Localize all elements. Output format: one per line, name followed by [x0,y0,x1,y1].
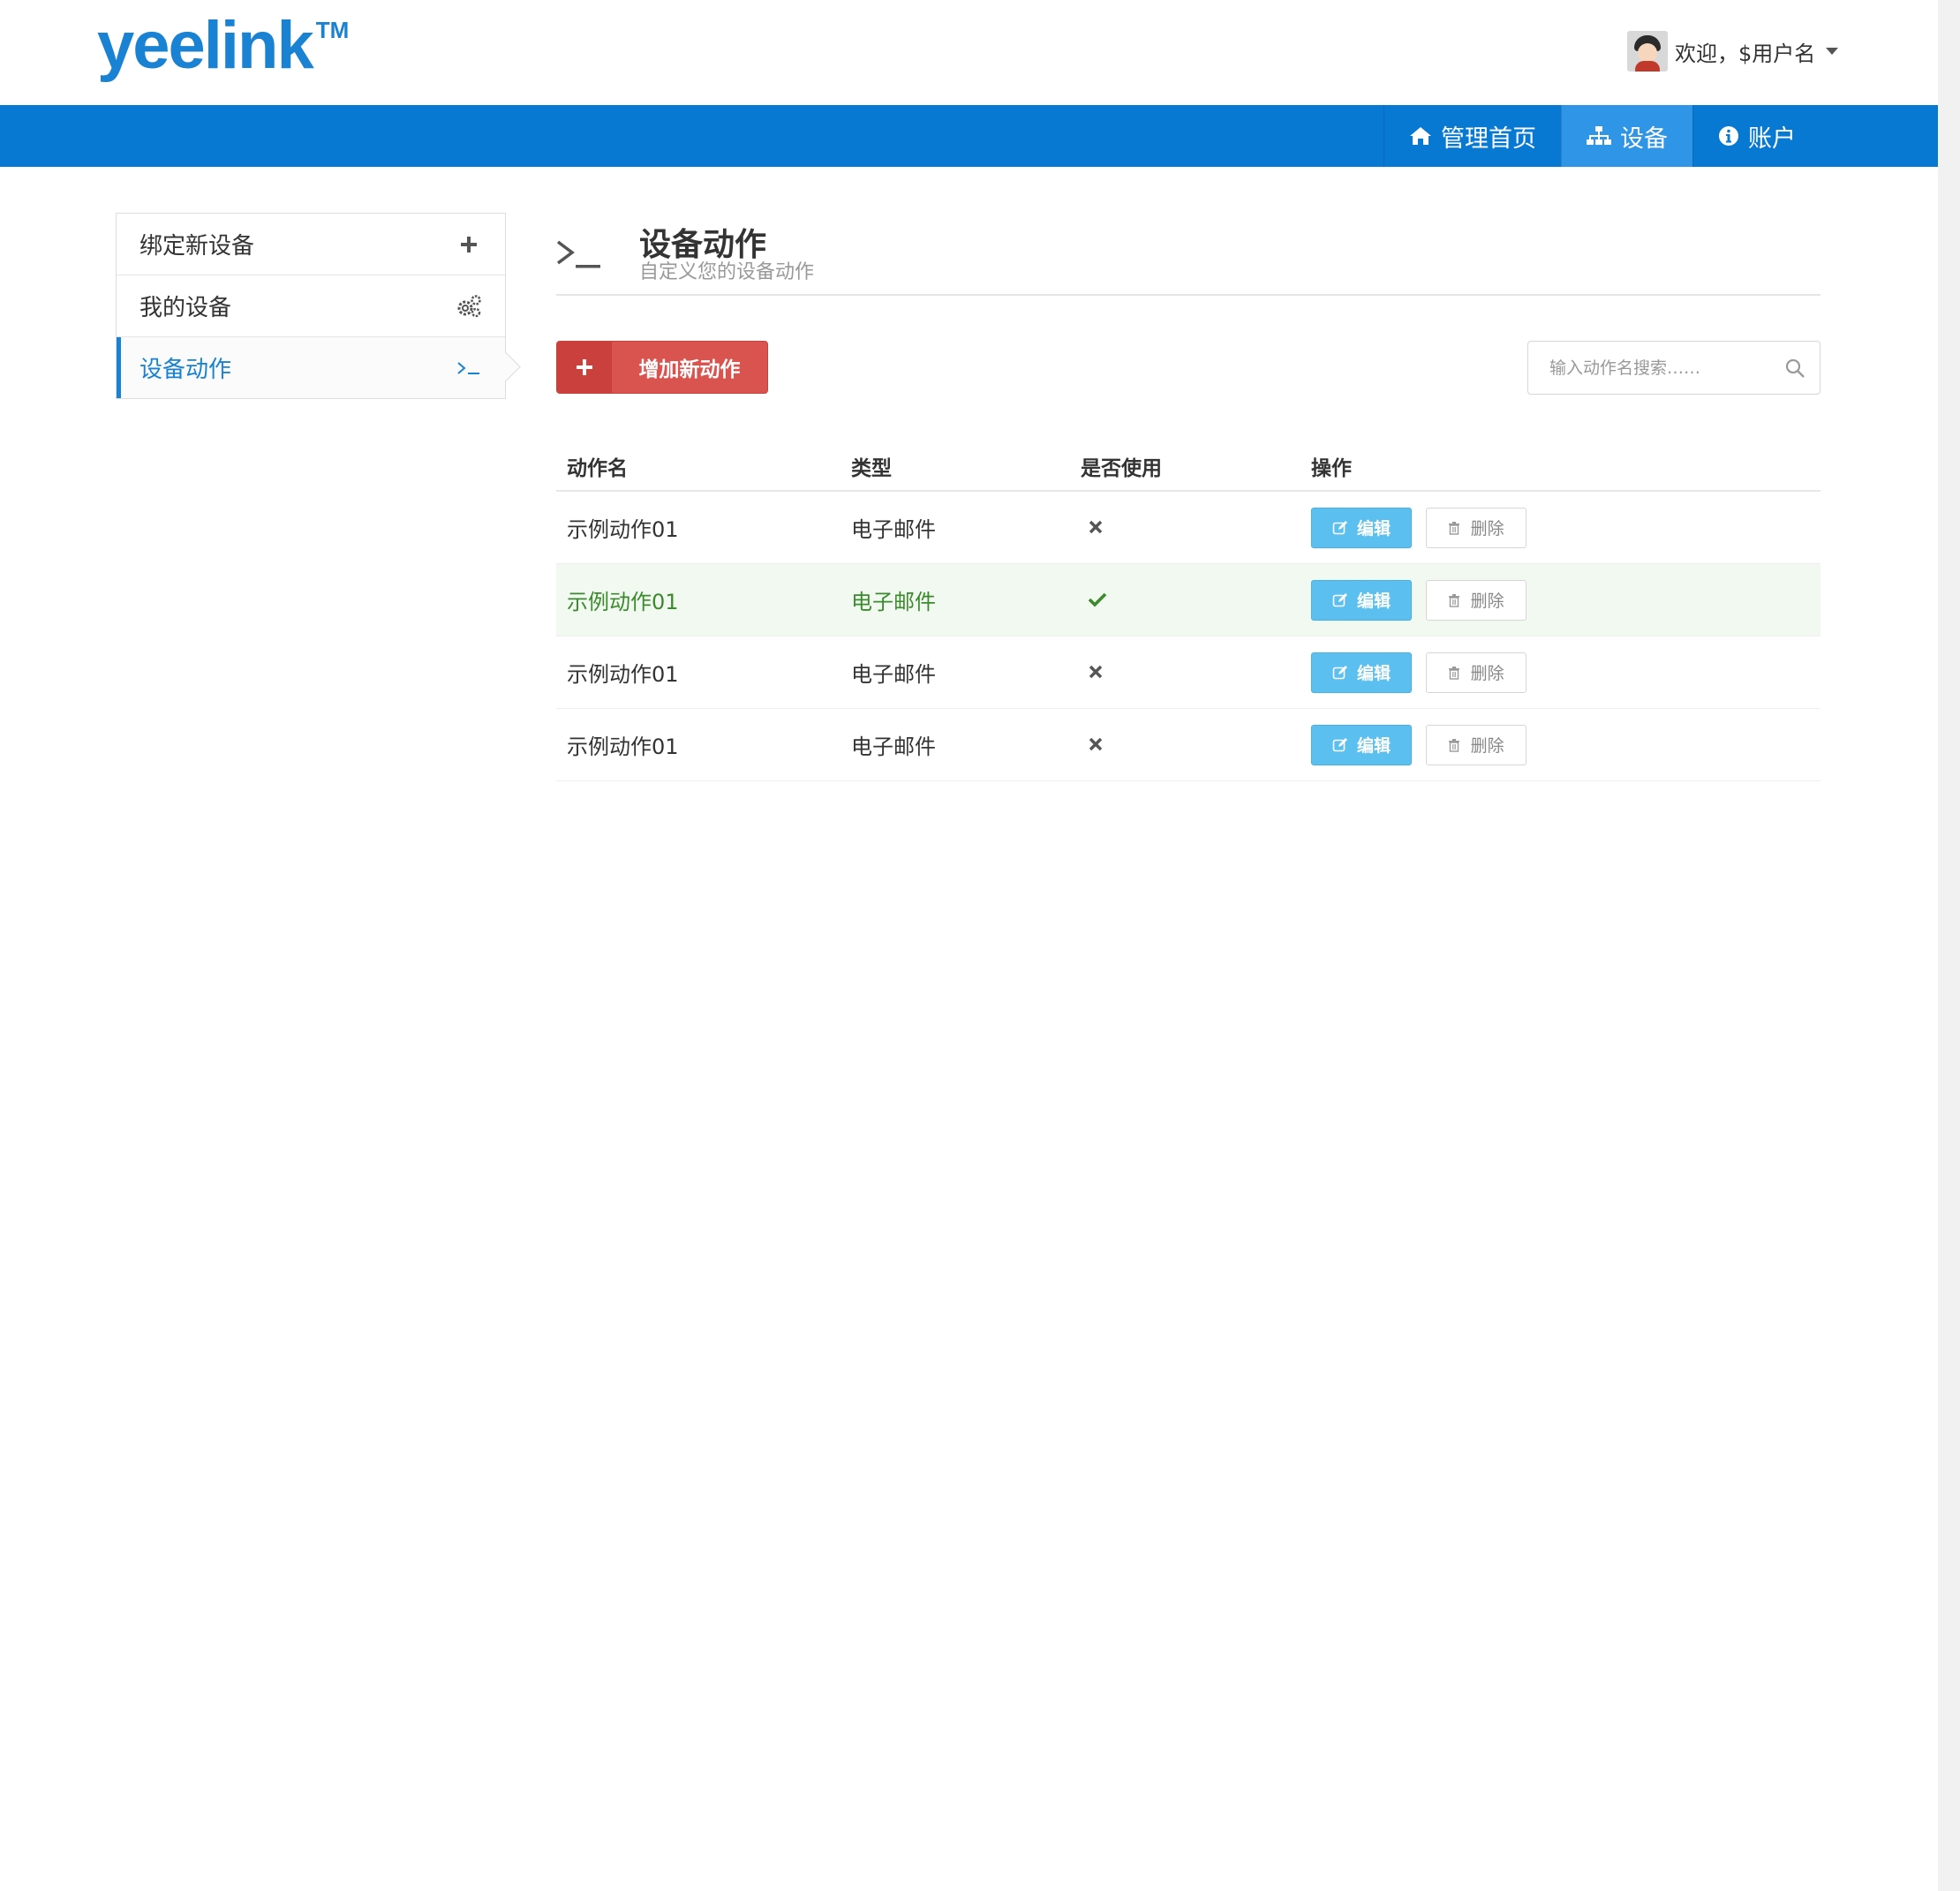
sidebar-item-my-devices[interactable]: 我的设备 [117,275,505,337]
x-icon [1089,737,1103,750]
edit-label: 编辑 [1356,591,1391,611]
action-type: 电子邮件 [841,708,1070,781]
logo-text: yeelink [97,8,314,83]
logo-trademark: TM [315,16,350,43]
nav-item-account[interactable]: 账户 [1692,105,1821,167]
action-name: 示例动作01 [556,636,841,709]
sidebar-item-device-actions[interactable]: 设备动作 [117,337,505,398]
edit-button[interactable]: 编辑 [1311,724,1412,765]
edit-label: 编辑 [1356,519,1391,539]
action-type: 电子邮件 [841,491,1070,564]
terminal-icon [456,355,482,381]
trash-icon [1448,593,1459,607]
column-header-used: 是否使用 [1070,441,1300,492]
check-icon [1088,592,1107,607]
status-cell [1070,636,1300,709]
actions-cell: 编辑 删除 [1300,563,1821,637]
action-type: 电子邮件 [841,563,1070,637]
sidebar-item-label: 设备动作 [139,357,232,383]
status-cell [1070,563,1300,637]
x-icon [1089,665,1103,678]
edit-icon [1332,737,1347,751]
nav-item-label: 设备 [1620,124,1668,153]
actions-cell: 编辑 删除 [1300,636,1821,709]
x-icon [1089,520,1103,533]
delete-label: 删除 [1470,519,1504,539]
table-row: 示例动作01 电子邮件 编辑 删除 [556,636,1821,709]
delete-label: 删除 [1470,591,1504,611]
top-header: yeelink TM 欢迎，$用户名 [0,0,1938,105]
page-subtitle: 自定义您的设备动作 [639,261,815,283]
search-icon[interactable] [1784,358,1805,379]
action-name: 示例动作01 [556,708,841,781]
table-row: 示例动作01 电子邮件 编辑 删除 [556,563,1821,637]
edit-button[interactable]: 编辑 [1311,579,1412,621]
nav-item-label: 账户 [1748,124,1796,153]
edit-label: 编辑 [1356,664,1391,683]
terminal-icon [556,240,600,268]
actions-cell: 编辑 删除 [1300,708,1821,781]
edit-icon [1332,520,1347,534]
edit-icon [1332,665,1347,679]
delete-button[interactable]: 删除 [1425,579,1527,621]
scrollbar-gutter[interactable] [1938,0,1960,1891]
add-action-label: 增加新动作 [638,358,741,381]
action-type: 电子邮件 [841,636,1070,709]
actions-table: 动作名 类型 是否使用 操作 示例动作01 电子邮件 编辑 删除 示例动作01 … [556,441,1821,781]
info-circle-icon [1719,126,1738,146]
avatar [1627,31,1668,72]
edit-icon [1332,592,1347,606]
caret-down-icon [1826,48,1839,55]
trash-icon [1448,521,1459,535]
nav-item-home[interactable]: 管理首页 [1383,105,1561,167]
table-header-row: 动作名 类型 是否使用 操作 [556,441,1821,492]
edit-button[interactable]: 编辑 [1311,652,1412,693]
logo[interactable]: yeelink TM [97,12,349,79]
sidebar-item-bind-device[interactable]: 绑定新设备 [117,214,505,275]
sitemap-icon [1587,126,1611,145]
gears-icon [456,293,482,320]
user-greeting: 欢迎，$用户名 [1675,41,1816,66]
nav-item-label: 管理首页 [1441,124,1536,153]
column-header-name: 动作名 [556,441,841,492]
action-name: 示例动作01 [556,563,841,637]
plus-icon [557,342,612,393]
plus-icon [456,231,482,258]
nav-item-devices[interactable]: 设备 [1561,105,1692,167]
delete-button[interactable]: 删除 [1425,507,1527,548]
home-icon [1410,127,1431,145]
sidebar-item-label: 绑定新设备 [139,233,255,260]
sidebar-item-label: 我的设备 [139,295,232,321]
edit-button[interactable]: 编辑 [1311,507,1412,548]
table-row: 示例动作01 电子邮件 编辑 删除 [556,708,1821,781]
search-box [1527,341,1821,395]
actions-cell: 编辑 删除 [1300,491,1821,564]
sidebar: 绑定新设备 我的设备 设备动作 [116,213,506,399]
trash-icon [1448,738,1459,752]
status-cell [1070,491,1300,564]
column-header-actions: 操作 [1300,441,1821,492]
main-navbar: 管理首页 设备 账户 [0,105,1938,167]
action-name: 示例动作01 [556,491,841,564]
add-action-button[interactable]: 增加新动作 [556,341,768,394]
edit-label: 编辑 [1356,736,1391,756]
delete-label: 删除 [1470,736,1504,756]
table-row: 示例动作01 电子邮件 编辑 删除 [556,491,1821,564]
trash-icon [1448,666,1459,680]
column-header-type: 类型 [841,441,1070,492]
page-header: 设备动作 自定义您的设备动作 [556,212,1821,296]
status-cell [1070,708,1300,781]
delete-label: 删除 [1470,664,1504,683]
search-input[interactable] [1528,342,1784,394]
delete-button[interactable]: 删除 [1425,652,1527,693]
delete-button[interactable]: 删除 [1425,724,1527,765]
user-menu[interactable]: 欢迎，$用户名 [1627,30,1839,72]
